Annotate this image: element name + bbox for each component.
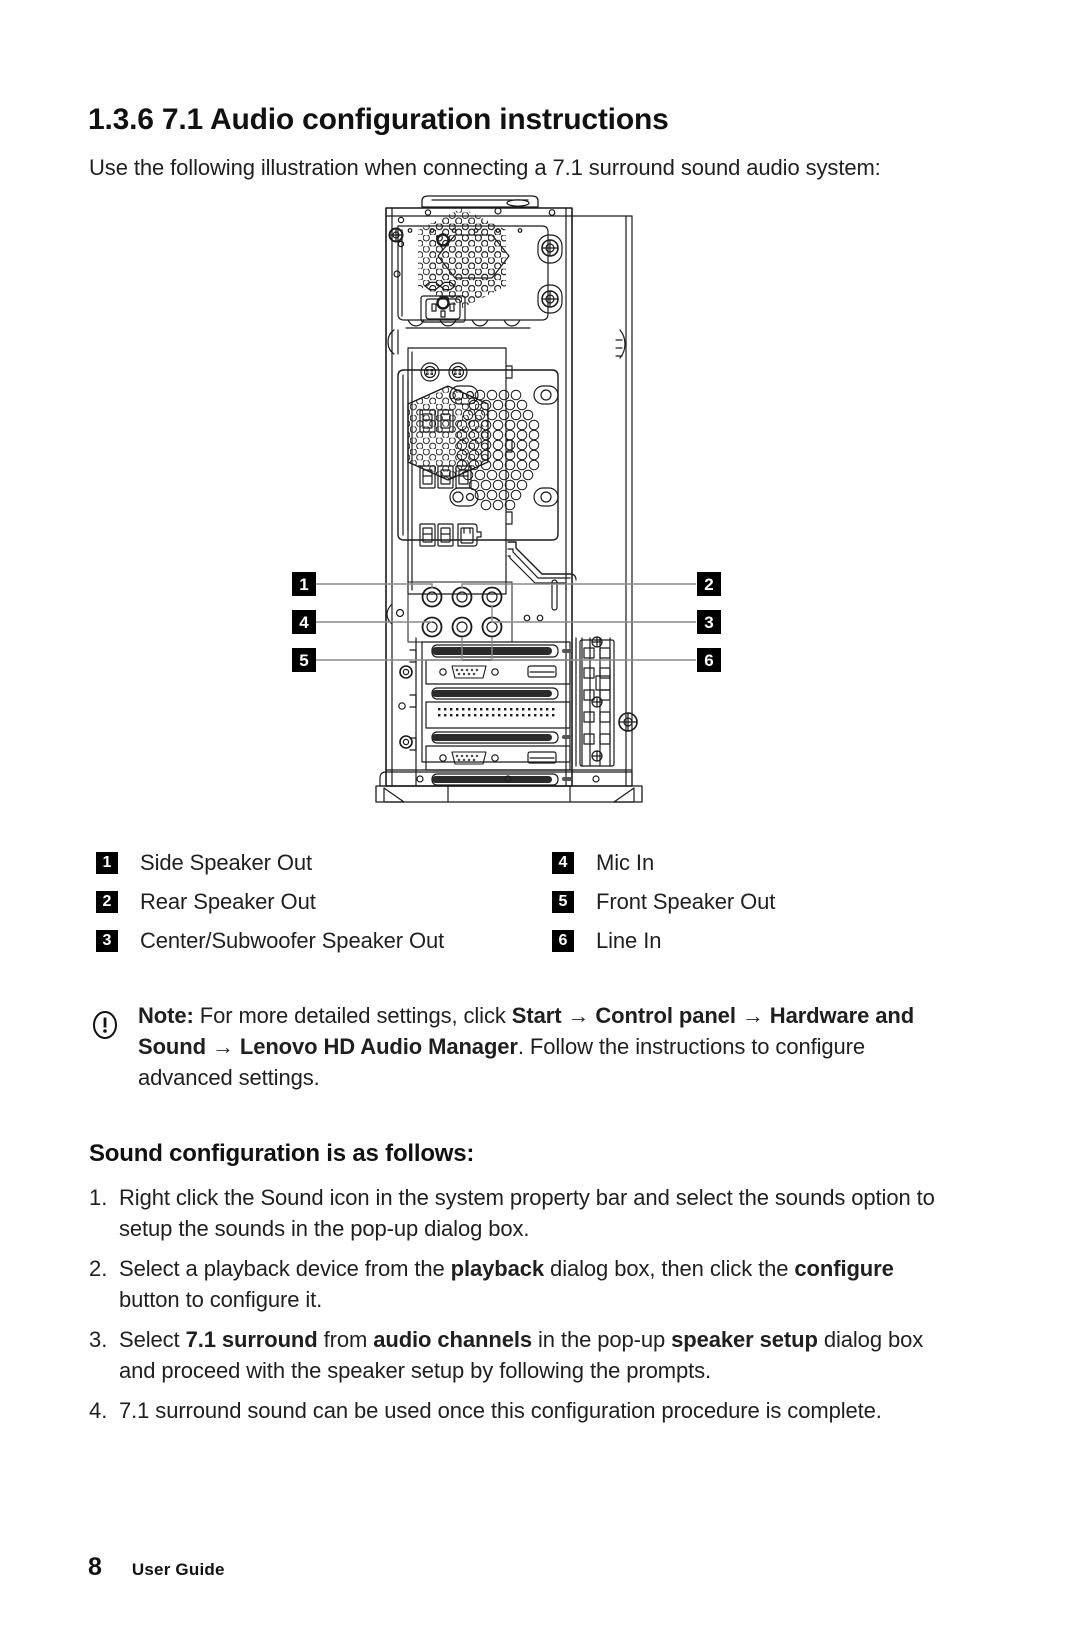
step-4-number: 4. — [89, 1398, 108, 1423]
step-3: 3. Select 7.1 surround from audio channe… — [89, 1324, 954, 1386]
legend-label-4: Mic In — [596, 849, 655, 875]
step-1: 1. Right click the Sound icon in the sys… — [89, 1182, 954, 1244]
sound-config-steps: 1. Right click the Sound icon in the sys… — [89, 1182, 954, 1435]
note-text-1: For more detailed settings, click — [193, 1003, 512, 1028]
legend-label-6: Line In — [596, 927, 662, 953]
diagram-callout-3: 3 — [697, 610, 721, 634]
legend-badge-3: 3 — [96, 929, 118, 952]
legend-label-2: Rear Speaker Out — [140, 888, 316, 914]
diagram-callout-5: 5 — [292, 648, 316, 672]
step-1-text: Right click the Sound icon in the system… — [119, 1182, 954, 1244]
computer-rear-panel-diagram — [280, 190, 730, 820]
legend-badge-6: 6 — [552, 929, 574, 952]
step-3-number: 3. — [89, 1327, 108, 1352]
note-label: Note: — [138, 1003, 194, 1028]
note-bold-start: Start — [511, 1003, 562, 1028]
legend-item-6: 6 Line In — [552, 921, 946, 960]
step-3-seg-3: audio channels — [373, 1327, 532, 1352]
step-3-seg-2: from — [317, 1327, 374, 1352]
step-3-seg-4: in the pop-up — [531, 1327, 672, 1352]
step-4-text: 7.1 surround sound can be used once this… — [119, 1395, 882, 1426]
step-3-seg-1: 7.1 surround — [185, 1327, 318, 1352]
diagram-callout-6: 6 — [697, 648, 721, 672]
diagram-callout-1: 1 — [292, 572, 316, 596]
step-3-seg-5: speaker setup — [671, 1327, 818, 1352]
intro-paragraph: Use the following illustration when conn… — [89, 155, 881, 180]
step-1-seg-0: Right click the Sound icon in the system… — [119, 1185, 935, 1241]
step-2-number: 2. — [89, 1256, 108, 1281]
step-2-seg-1: playback — [450, 1256, 545, 1281]
step-3-seg-0: Select — [119, 1327, 186, 1352]
legend-item-5: 5 Front Speaker Out — [552, 882, 946, 921]
note-callout: Note: For more detailed settings, click … — [90, 1000, 950, 1093]
legend-label-5: Front Speaker Out — [596, 888, 776, 914]
footer-label: User Guide — [131, 1560, 225, 1579]
note-bold-audio-manager: Lenovo HD Audio Manager — [239, 1034, 518, 1059]
legend-label-1: Side Speaker Out — [140, 849, 313, 875]
legend-badge-5: 5 — [552, 890, 574, 913]
page-footer: 8 User Guide — [88, 1553, 225, 1582]
step-2-seg-0: Select a playback device from the — [119, 1256, 451, 1281]
legend-badge-2: 2 — [96, 890, 118, 913]
legend-item-1: 1 Side Speaker Out — [96, 843, 552, 882]
legend-badge-4: 4 — [552, 851, 574, 874]
note-arrow-3: → — [205, 1034, 240, 1059]
step-1-number: 1. — [89, 1185, 108, 1210]
legend-badge-1: 1 — [96, 851, 118, 874]
note-arrow-1: → — [561, 1003, 596, 1028]
step-4-seg-0: 7.1 surround sound can be used once this… — [119, 1398, 882, 1423]
port-legend: 1 Side Speaker Out 4 Mic In 2 Rear Speak… — [96, 843, 946, 960]
step-2-seg-3: configure — [794, 1256, 894, 1281]
note-text: Note: For more detailed settings, click … — [138, 1000, 950, 1093]
sound-config-heading: Sound configuration is as follows: — [89, 1140, 475, 1167]
legend-item-3: 3 Center/Subwoofer Speaker Out — [96, 921, 552, 960]
legend-item-2: 2 Rear Speaker Out — [96, 882, 552, 921]
diagram-callout-2: 2 — [697, 572, 721, 596]
step-3-text: Select 7.1 surround from audio channels … — [119, 1324, 954, 1386]
legend-label-3: Center/Subwoofer Speaker Out — [140, 927, 445, 953]
footer-page-number: 8 — [88, 1553, 102, 1581]
exclamation-circle-icon — [90, 1010, 120, 1040]
step-2-seg-2: dialog box, then click the — [544, 1256, 795, 1281]
note-bold-control-panel: Control panel — [595, 1003, 736, 1028]
legend-item-4: 4 Mic In — [552, 843, 946, 882]
document-page: 1.3.6 7.1 Audio configuration instructio… — [0, 0, 1080, 1642]
step-4: 4. 7.1 surround sound can be used once t… — [89, 1395, 954, 1426]
page-title: 1.3.6 7.1 Audio configuration instructio… — [88, 103, 669, 136]
step-2: 2. Select a playback device from the pla… — [89, 1253, 954, 1315]
step-2-seg-4: button to configure it. — [119, 1287, 323, 1312]
note-arrow-2: → — [735, 1003, 770, 1028]
step-2-text: Select a playback device from the playba… — [119, 1253, 954, 1315]
diagram-callout-4: 4 — [292, 610, 316, 634]
